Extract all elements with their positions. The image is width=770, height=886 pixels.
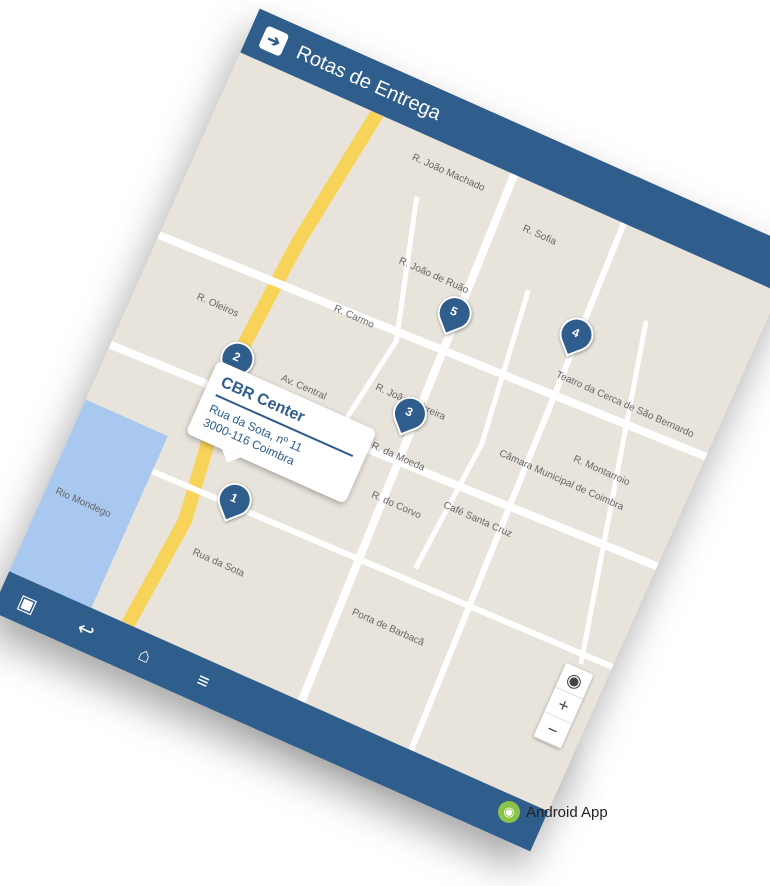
app-switch-icon[interactable]: ▣ [5, 583, 50, 625]
marker-number: 5 [448, 303, 460, 320]
marker-number: 3 [403, 404, 416, 420]
app-logo-icon: ➔ [257, 25, 290, 57]
home-icon[interactable]: ⌂ [122, 635, 167, 677]
badge-label: Android App [526, 803, 608, 821]
tablet-screen: ➔ Rotas de Entrega R. João Machado R. So… [0, 8, 770, 852]
marker-number: 4 [569, 324, 582, 341]
menu-icon[interactable]: ≡ [180, 661, 225, 703]
back-icon[interactable]: ↩ [64, 609, 109, 651]
marker-number: 1 [228, 490, 240, 506]
map-view[interactable]: R. João Machado R. Sofia R. João de Ruão… [9, 52, 770, 812]
android-icon: ◉ [498, 801, 520, 823]
android-app-badge: ◉ Android App [498, 801, 608, 823]
